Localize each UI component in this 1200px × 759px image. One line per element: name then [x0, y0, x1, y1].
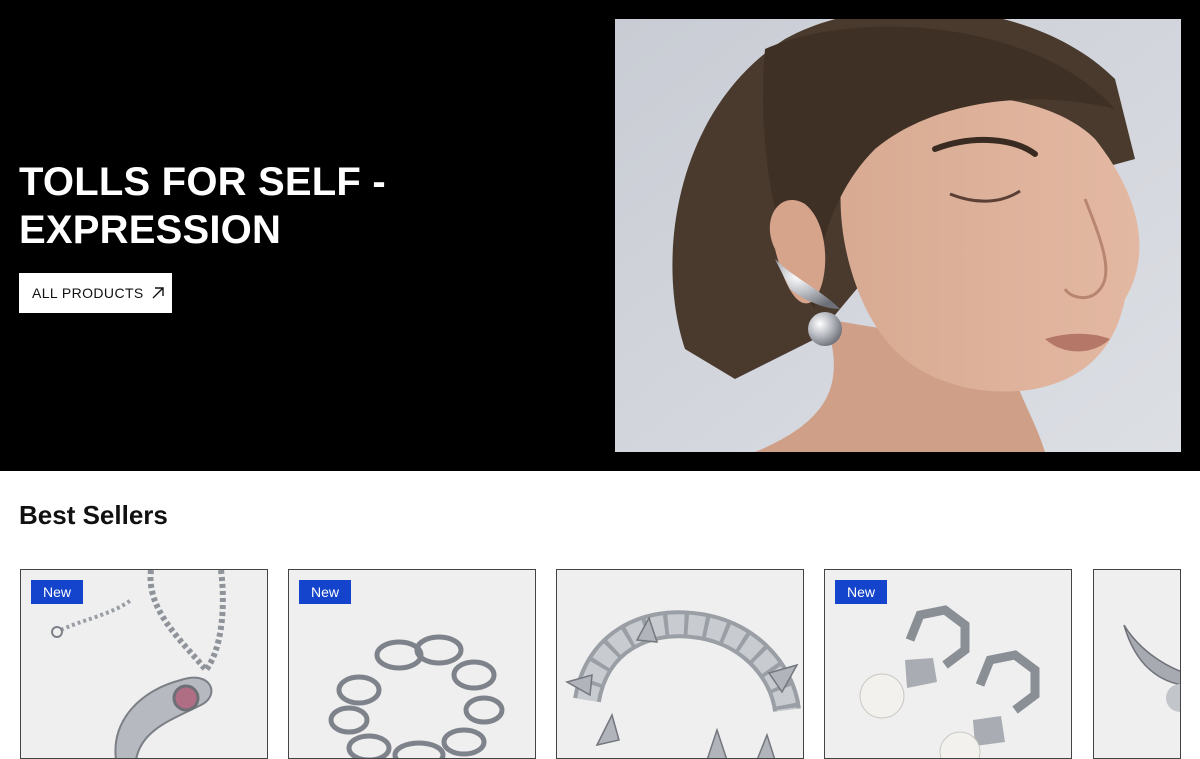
best-sellers-title: Best Sellers [19, 500, 168, 530]
product-image [565, 610, 801, 758]
hero-title: TOLLS FOR SELF - EXPRESSION [19, 160, 386, 252]
product-card[interactable]: New [288, 569, 536, 759]
product-image [1123, 624, 1180, 712]
new-badge: New [299, 580, 352, 604]
product-card[interactable]: New [824, 569, 1072, 759]
product-card[interactable] [556, 569, 804, 759]
arrow-up-right-icon [152, 287, 164, 299]
new-badge: New [835, 580, 888, 604]
all-products-label: ALL PRODUCTS [32, 285, 144, 301]
product-card[interactable]: New [20, 569, 268, 759]
hero-section: TOLLS FOR SELF - EXPRESSION ALL PRODUCTS [0, 0, 1200, 471]
all-products-button[interactable]: ALL PRODUCTS [19, 273, 172, 313]
product-card[interactable] [1093, 569, 1181, 759]
new-badge: New [31, 580, 84, 604]
hero-image [615, 19, 1181, 452]
